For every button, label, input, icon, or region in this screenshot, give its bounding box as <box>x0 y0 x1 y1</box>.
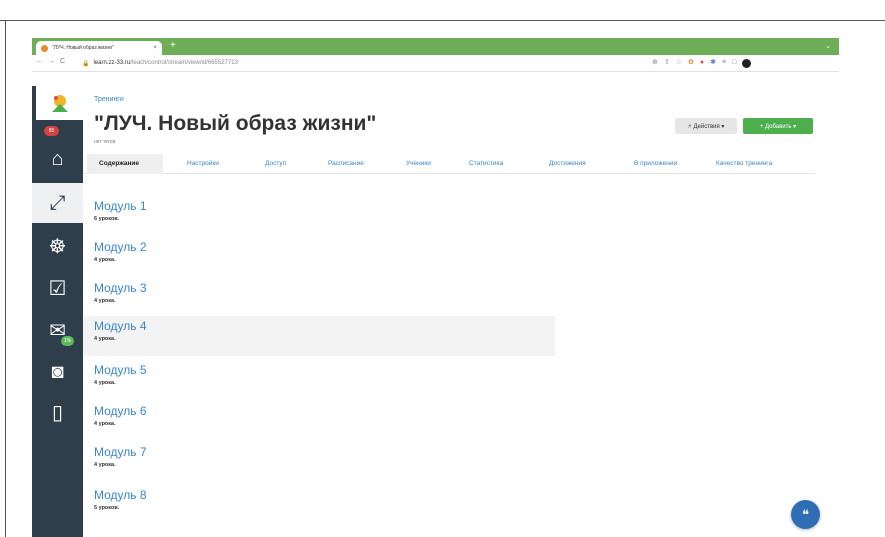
browser-window: "ЛУЧ. Новый образ жизни" × + ⌄ ← → C 🔒 l… <box>32 38 839 537</box>
reading-list-icon[interactable]: ≡ <box>722 58 726 68</box>
module-title[interactable]: Модуль 2 <box>94 240 147 254</box>
tab-statistics[interactable]: Статистика <box>469 160 503 167</box>
browser-tab-bar: "ЛУЧ. Новый образ жизни" × + ⌄ <box>32 38 839 55</box>
add-button[interactable]: + Добавить ▾ <box>743 118 813 134</box>
tab-in-app[interactable]: В приложении <box>634 160 677 167</box>
app-sidebar: 85 ⌂ ⤢ ☸ ☑ ✉ 1% ◙ ▯ <box>32 86 83 537</box>
extension-icons: ⊕ ⇧ ☆ ✿ ● ✱ ≡ □ <box>652 58 752 68</box>
share-icon[interactable]: ⇧ <box>664 58 670 68</box>
tab-content[interactable]: Содержание <box>99 160 139 167</box>
back-icon[interactable]: ← <box>36 58 43 65</box>
url-field[interactable]: 🔒 learn.zz-33.ru /teach/control/stream/v… <box>82 57 672 69</box>
chat-icon: ❝ <box>802 507 809 522</box>
phone-icon: ▯ <box>51 402 63 424</box>
frame-divider <box>0 20 885 21</box>
home-icon: ⌂ <box>51 148 64 170</box>
safe-icon: ◙ <box>51 361 64 383</box>
tags-label: нет тегов <box>94 139 116 145</box>
module-lesson-count: 4 урока. <box>94 257 116 263</box>
list-item[interactable]: Модуль 4 4 урока. <box>83 316 555 356</box>
sidebar-item-users[interactable]: ☸ <box>32 227 83 267</box>
tab-close-icon[interactable]: × <box>153 45 157 51</box>
address-bar: ← → C 🔒 learn.zz-33.ru /teach/control/st… <box>32 55 839 72</box>
sidebar-item-sales[interactable]: ◙ <box>32 352 83 392</box>
browser-tab-title: "ЛУЧ. Новый образ жизни" <box>52 45 114 51</box>
module-lesson-count: 4 урока. <box>94 380 116 386</box>
module-title[interactable]: Модуль 3 <box>94 281 147 295</box>
notification-badge: 85 <box>44 126 59 136</box>
sidebar-item-tasks[interactable]: ☑ <box>32 269 83 309</box>
lock-icon: 🔒 <box>82 60 90 67</box>
module-title[interactable]: Модуль 8 <box>94 488 147 502</box>
url-host: learn.zz-33.ru <box>93 60 131 66</box>
sidebar-item-home[interactable]: ⌂ <box>32 139 83 179</box>
list-item[interactable]: Модуль 3 4 урока. <box>83 278 555 318</box>
messages-badge: 1% <box>61 336 74 346</box>
extension-puzzle-icon[interactable]: ✱ <box>710 58 716 68</box>
module-title[interactable]: Модуль 7 <box>94 445 147 459</box>
actions-button[interactable]: ⚡ Действия ▾ <box>675 118 737 134</box>
reload-icon[interactable]: C <box>60 58 65 65</box>
frame-left-border <box>5 20 6 537</box>
sidebar-item-analytics[interactable]: ⤢ <box>32 183 83 223</box>
tab-list-chevron-icon[interactable]: ⌄ <box>825 42 831 50</box>
tab-training-quality[interactable]: Качество тренинга <box>716 160 772 167</box>
module-lesson-count: 4 урока. <box>94 336 116 342</box>
module-lesson-count: 4 урока. <box>94 421 116 427</box>
list-item[interactable]: Модуль 2 4 урока. <box>83 237 555 277</box>
extension-flower-icon[interactable]: ✿ <box>688 58 694 68</box>
list-item[interactable]: Модуль 5 4 урока. <box>83 360 555 400</box>
sidebar-item-mobile[interactable]: ▯ <box>32 393 83 433</box>
chart-icon: ⤢ <box>49 192 66 214</box>
forward-icon[interactable]: → <box>48 58 55 65</box>
sidebar-item-messages[interactable]: ✉ 1% <box>32 311 83 351</box>
list-item[interactable]: Модуль 8 5 уроков. <box>83 485 555 525</box>
url-path: /teach/control/stream/view/id/665527713 <box>130 60 238 66</box>
browser-tab[interactable]: "ЛУЧ. Новый образ жизни" × <box>36 41 162 55</box>
module-lesson-count: 4 урока. <box>94 462 116 468</box>
module-title[interactable]: Модуль 4 <box>94 319 147 333</box>
module-title[interactable]: Модуль 6 <box>94 404 147 418</box>
tasks-icon: ☑ <box>48 278 67 300</box>
module-title[interactable]: Модуль 1 <box>94 199 147 213</box>
extension-record-icon[interactable]: ● <box>700 58 704 68</box>
tab-settings[interactable]: Настройки <box>187 160 219 167</box>
list-item[interactable]: Модуль 6 4 урока. <box>83 401 555 441</box>
favicon-icon <box>41 44 48 52</box>
breadcrumb[interactable]: Тренинги <box>94 96 124 103</box>
tab-students[interactable]: Ученики <box>406 160 431 167</box>
users-icon: ☸ <box>48 236 67 258</box>
module-lesson-count: 6 уроков. <box>94 216 120 222</box>
chat-button[interactable]: ❝ <box>791 500 820 529</box>
logo-icon <box>51 95 68 112</box>
training-tabs: Содержание Настройки Доступ Расписание У… <box>83 154 815 174</box>
bookmark-star-icon[interactable]: ☆ <box>676 58 682 68</box>
list-item[interactable]: Модуль 7 4 урока. <box>83 442 555 482</box>
main-content: Тренинги "ЛУЧ. Новый образ жизни" нет те… <box>83 86 839 537</box>
profile-avatar[interactable] <box>742 58 752 68</box>
app-logo[interactable] <box>36 86 83 120</box>
module-lesson-count: 4 урока. <box>94 298 116 304</box>
list-item[interactable]: Модуль 1 6 уроков. <box>83 196 555 236</box>
tab-achievements[interactable]: Достижения <box>549 160 586 167</box>
side-panel-icon[interactable]: □ <box>732 58 736 68</box>
tab-schedule[interactable]: Расписание <box>328 160 364 167</box>
tab-access[interactable]: Доступ <box>265 160 286 167</box>
module-lesson-count: 5 уроков. <box>94 505 120 511</box>
zoom-icon[interactable]: ⊕ <box>652 58 658 68</box>
page-title: "ЛУЧ. Новый образ жизни" <box>94 112 377 135</box>
module-title[interactable]: Модуль 5 <box>94 363 147 377</box>
new-tab-button[interactable]: + <box>170 41 176 51</box>
